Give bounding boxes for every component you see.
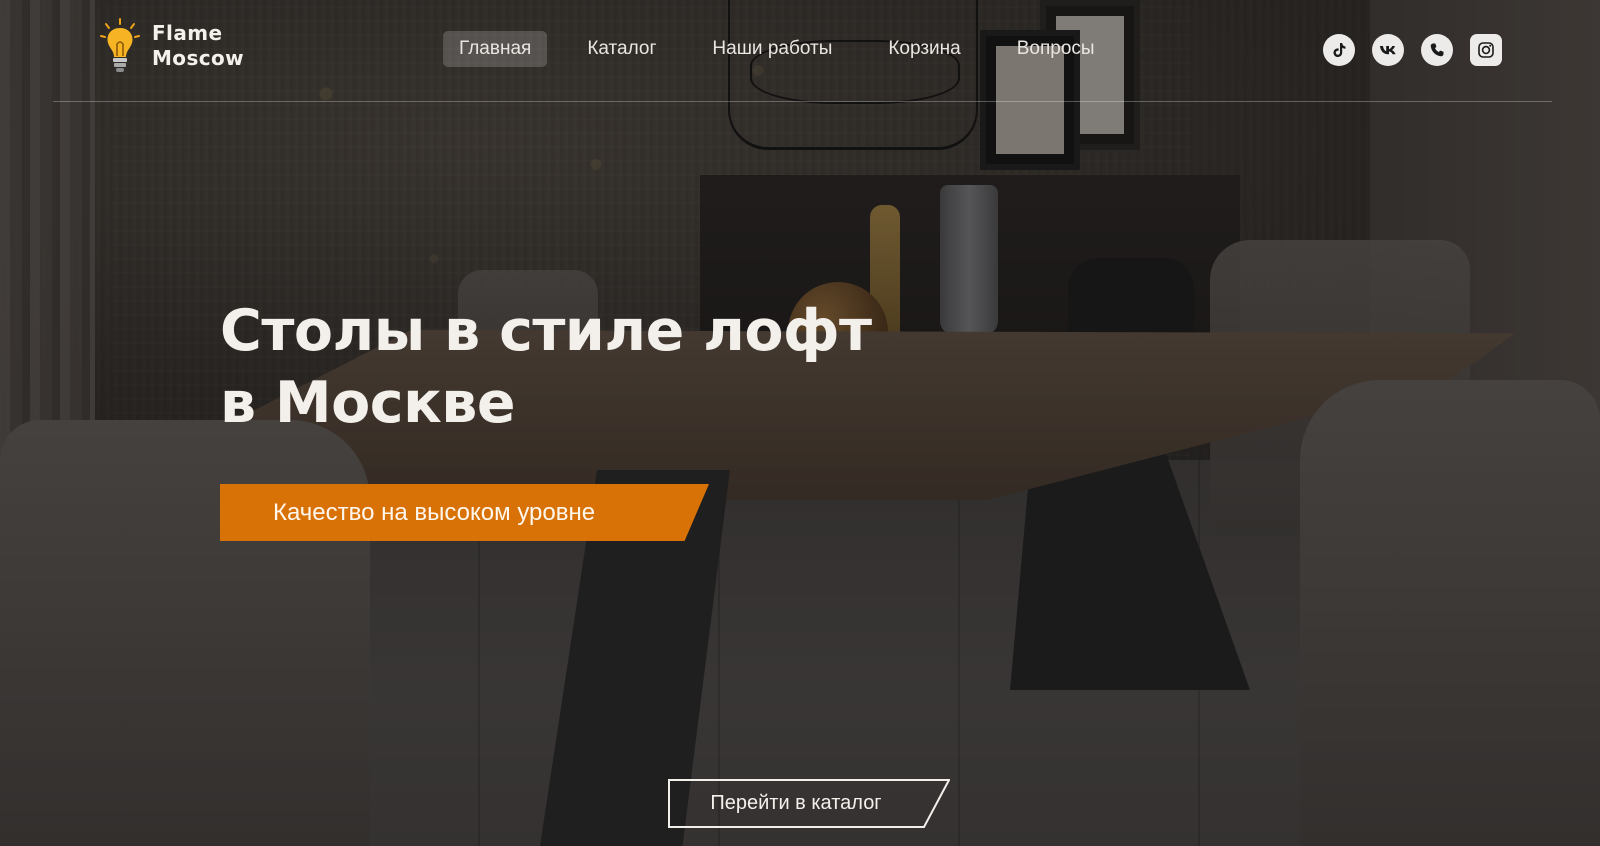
quality-badge: Качество на высоком уровне (220, 484, 709, 541)
vk-icon (1380, 46, 1396, 55)
site-header: Flame Moscow Главная Каталог Наши работы… (53, 0, 1552, 102)
lightbulb-icon (100, 18, 140, 72)
brand-line2: Moscow (152, 46, 245, 70)
nav-item-home[interactable]: Главная (443, 31, 548, 67)
brand-line1: Flame (152, 21, 223, 45)
nav-item-questions[interactable]: Вопросы (1001, 31, 1111, 67)
nav-item-cart[interactable]: Корзина (872, 31, 976, 67)
instagram-link[interactable] (1470, 34, 1502, 66)
nav-item-catalog[interactable]: Каталог (571, 31, 672, 67)
page-title: Столы в стиле лофт в Москве (220, 295, 872, 439)
tiktok-link[interactable] (1323, 34, 1355, 66)
logo[interactable]: Flame Moscow (100, 18, 244, 74)
vk-link[interactable] (1372, 34, 1404, 66)
tiktok-icon (1333, 43, 1346, 57)
main-nav: Главная Каталог Наши работы Корзина Вопр… (443, 31, 1135, 67)
nav-item-our-works[interactable]: Наши работы (696, 31, 848, 67)
title-line1: Столы в стиле лофт (220, 298, 872, 364)
brand-name: Flame Moscow (152, 21, 244, 71)
title-line2: в Москве (220, 370, 515, 436)
instagram-icon (1478, 42, 1494, 58)
whatsapp-link[interactable] (1421, 34, 1453, 66)
go-to-catalog-button[interactable]: Перейти в каталог (668, 779, 950, 828)
hero-section: Flame Moscow Главная Каталог Наши работы… (0, 0, 1600, 846)
social-links (1323, 34, 1502, 66)
go-to-catalog-label: Перейти в каталог (710, 792, 882, 814)
whatsapp-icon (1430, 43, 1444, 57)
